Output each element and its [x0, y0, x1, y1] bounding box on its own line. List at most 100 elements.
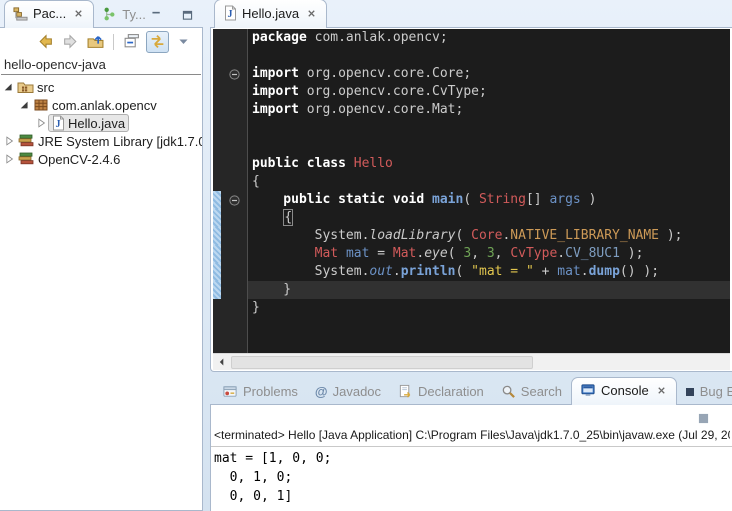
terminate-button[interactable]: [693, 408, 714, 428]
close-icon[interactable]: [73, 8, 84, 19]
code-line: import org.opencv.core.Mat;: [213, 101, 730, 119]
code-text: public class Hello: [248, 155, 730, 173]
bottom-tab-javadoc[interactable]: @Javadoc: [307, 379, 390, 405]
annotation-ruler: [213, 335, 221, 353]
view-menu-button[interactable]: [173, 32, 194, 52]
tree-item-opencv-2-4-6[interactable]: OpenCV-2.4.6: [0, 150, 202, 168]
tree-item-label: OpenCV-2.4.6: [38, 152, 120, 167]
code-line: public class Hello: [213, 155, 730, 173]
tree-item-jre-system-library-jdk1-7-0[interactable]: JRE System Library [jdk1.7.0: [0, 132, 202, 150]
folding-ruler: [221, 209, 248, 227]
expander-open-icon[interactable]: [3, 81, 15, 93]
expander-open-icon[interactable]: [19, 99, 31, 111]
code-text: [248, 317, 730, 335]
editor-tab-hello-java[interactable]: J Hello.java: [214, 0, 327, 28]
console-icon: [580, 383, 596, 398]
annotation-ruler: [213, 29, 221, 47]
folding-ruler: [221, 227, 248, 245]
close-icon[interactable]: [656, 385, 667, 396]
back-icon: [37, 33, 54, 50]
code-text: Mat mat = Mat.eye( 3, 3, CvType.CV_8UC1 …: [248, 245, 730, 263]
code-line: }: [213, 299, 730, 317]
tree-item-label: com.anlak.opencv: [52, 98, 157, 113]
editor-horizontal-scrollbar[interactable]: [213, 353, 730, 370]
fold-minus-icon[interactable]: [228, 194, 241, 207]
annotation-ruler: [213, 47, 221, 65]
code-text: {: [248, 209, 730, 227]
code-text: }: [248, 299, 730, 317]
folding-ruler: [221, 29, 248, 47]
back-button[interactable]: [35, 32, 56, 52]
tab-label: Ty...: [122, 7, 146, 22]
code-text: package com.anlak.opencv;: [248, 29, 730, 47]
expander-closed-icon[interactable]: [3, 153, 15, 165]
annotation-ruler: [213, 137, 221, 155]
code-line-current: }: [213, 281, 730, 299]
search-icon: [501, 384, 516, 399]
forward-icon: [62, 33, 79, 50]
bottom-tab-console[interactable]: Console: [571, 377, 677, 405]
separator-icon: [110, 34, 117, 50]
folding-ruler: [221, 245, 248, 263]
code-line: System.loadLibrary( Core.NATIVE_LIBRARY_…: [213, 227, 730, 245]
bottom-tab-bug-explorer[interactable]: Bug Explorer: [677, 379, 732, 405]
folding-ruler: [221, 263, 248, 281]
fold-minus-icon[interactable]: [228, 68, 241, 81]
code-line: [213, 317, 730, 335]
code-line: {: [213, 209, 730, 227]
link-editor-button[interactable]: [146, 31, 169, 53]
maximize-icon[interactable]: [177, 5, 198, 25]
scroll-left-icon[interactable]: [215, 355, 229, 369]
tree-item-com-anlak-opencv[interactable]: com.anlak.opencv: [0, 96, 202, 114]
close-icon[interactable]: [306, 8, 317, 19]
tab-label: Hello.java: [242, 6, 299, 21]
code-text: public static void main( String[] args ): [248, 191, 730, 209]
annotation-ruler: [213, 83, 221, 101]
javadoc-icon: @: [315, 384, 328, 399]
code-text: System.out.println( "mat = " + mat.dump(…: [248, 263, 730, 281]
bottom-tab-search[interactable]: Search: [493, 379, 571, 405]
java-file-icon: J: [51, 115, 65, 131]
expander-closed-icon[interactable]: [3, 135, 15, 147]
annotation-ruler: [213, 119, 221, 137]
go-into-button[interactable]: [85, 32, 106, 52]
library-icon: [17, 151, 35, 167]
collapse-all-icon: [123, 33, 140, 50]
folding-ruler: [221, 317, 248, 335]
code-line: [213, 47, 730, 65]
folding-ruler: [221, 281, 248, 299]
collapse-all-button[interactable]: [121, 32, 142, 52]
problems-icon: [222, 384, 238, 399]
tree-separator: [1, 74, 201, 75]
minimize-icon[interactable]: [146, 5, 167, 25]
library-icon: [17, 133, 35, 149]
range-indicator: [213, 263, 221, 281]
code-text: import org.opencv.core.Mat;: [248, 101, 730, 119]
view-tab-pac-[interactable]: Pac...: [4, 0, 94, 28]
scrollbar-thumb[interactable]: [231, 356, 533, 369]
code-text: [248, 335, 730, 353]
code-line: import org.opencv.core.CvType;: [213, 83, 730, 101]
code-line: [213, 335, 730, 353]
console-toolbar: [693, 408, 714, 428]
bottom-tab-problems[interactable]: Problems: [214, 379, 307, 405]
tree-item-hello-java[interactable]: J Hello.java: [0, 114, 202, 132]
project-tree: src com.anlak.opencv J Hello.javaJRE System…: [0, 78, 202, 168]
forward-button[interactable]: [60, 32, 81, 52]
bug-icon: [685, 387, 695, 397]
expander-closed-icon[interactable]: [35, 117, 47, 129]
tree-item-label: Hello.java: [68, 116, 125, 131]
tab-label: Console: [601, 383, 649, 398]
code-editor[interactable]: package com.anlak.opencv; import org.open…: [213, 29, 730, 353]
tree-item-src[interactable]: src: [0, 78, 202, 96]
annotation-ruler: [213, 299, 221, 317]
folding-ruler: [221, 65, 248, 83]
svg-text:J: J: [56, 119, 61, 130]
range-indicator: [213, 191, 221, 209]
folding-ruler: [221, 137, 248, 155]
bottom-tab-declaration[interactable]: Declaration: [390, 379, 493, 405]
annotation-ruler: [213, 155, 221, 173]
editor-tabbar: J Hello.java: [214, 0, 327, 28]
folding-ruler: [221, 155, 248, 173]
svg-text:J: J: [228, 9, 233, 20]
